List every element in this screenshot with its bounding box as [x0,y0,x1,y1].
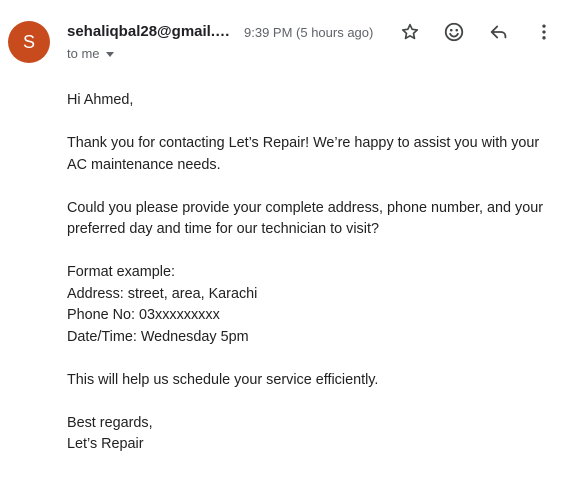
body-line: preferred day and time for our technicia… [67,221,379,237]
timestamp: 9:39 PM (5 hours ago) [244,25,374,40]
format-datetime: Date/Time: Wednesday 5pm [67,328,249,345]
emoji-icon [444,22,464,42]
add-reaction-button[interactable] [442,20,466,44]
sender-name[interactable]: sehaliqbal28@gmail.com [67,23,235,40]
message-body: Hi Ahmed, Thank you for contacting Let’s… [67,90,562,456]
closing-note: This will help us schedule your service … [67,371,379,388]
star-button[interactable] [398,20,422,44]
avatar[interactable]: S [8,21,50,63]
body-line: AC maintenance needs. [67,156,221,173]
star-icon [401,23,419,40]
chevron-down-icon [105,52,114,57]
greeting: Hi Ahmed, [67,92,134,108]
signature: Let’s Repair [67,436,144,452]
format-title: Format example: [67,264,175,280]
body-line: Thank you for contacting Let’s Repair! W… [67,135,540,151]
signoff: Best regards, [67,414,153,431]
body-line: Could you please provide your complete a… [67,199,543,216]
more-vert-icon [542,24,546,40]
more-options-button[interactable] [532,20,556,44]
reply-button[interactable] [487,20,511,44]
format-address: Address: street, area, Karachi [67,285,258,302]
recipient-details-toggle[interactable]: to me [67,46,114,61]
format-phone: Phone No: 03xxxxxxxxx [67,307,220,323]
recipient-label: to me [67,46,100,61]
reply-icon [490,25,507,39]
